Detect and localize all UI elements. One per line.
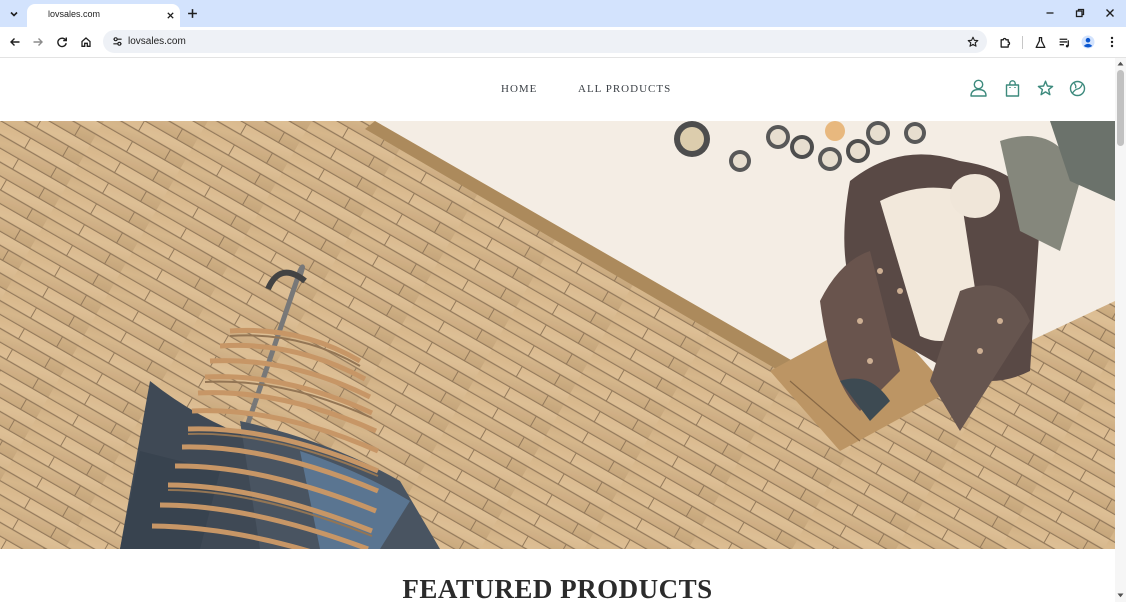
nav-home-link[interactable]: HOME [501,83,537,95]
plus-icon [188,9,197,18]
tab-strip: lovsales.com [0,0,1126,27]
reload-button[interactable] [53,33,71,51]
puzzle-star-icon [1037,80,1053,95]
back-button[interactable] [6,33,24,51]
hero-photo [0,121,1115,549]
forward-button[interactable] [29,33,47,51]
media-queue-icon [1059,38,1069,47]
browser-menu-button[interactable] [1103,33,1121,51]
home-button[interactable] [77,33,95,51]
site-info-button[interactable] [110,34,125,49]
scrollbar-thumb[interactable] [1117,70,1124,146]
cart-button[interactable] [1003,79,1021,97]
tab-title: lovsales.com [48,9,101,19]
media-button[interactable] [1055,33,1073,51]
triangle-up-icon [1117,61,1124,66]
language-button[interactable] [1068,79,1086,97]
profile-button[interactable] [1079,33,1097,51]
star-icon [967,36,978,47]
hero-image [0,121,1115,549]
page-scrollbar[interactable] [1115,58,1126,602]
tune-icon [113,37,122,46]
restore-icon [1075,8,1085,18]
tab-list-button[interactable] [5,5,22,22]
shopping-bag-icon [1005,79,1019,97]
arrow-right-icon [33,38,43,46]
tab-close-button[interactable] [163,8,177,22]
user-icon [969,79,987,97]
active-tab[interactable]: lovsales.com [27,4,180,27]
bookmark-button[interactable] [965,34,980,49]
featured-products-heading: FEATURED PRODUCTS [402,574,713,602]
close-icon [1106,9,1114,17]
toolbar-separator [1022,36,1023,49]
url-text: lovsales.com [128,36,186,47]
addon-button[interactable] [1036,79,1054,97]
home-icon [81,37,91,47]
globe-icon [1069,80,1085,96]
close-icon [166,11,174,19]
kebab-menu-icon [1110,36,1114,48]
address-bar[interactable]: lovsales.com [103,30,987,53]
account-button[interactable] [969,79,987,97]
puzzle-icon [1000,37,1010,48]
scroll-up-button[interactable] [1117,60,1124,67]
reload-icon [57,37,67,48]
arrow-left-icon [10,38,20,46]
minimize-button[interactable] [1042,5,1058,21]
account-circle-icon [1081,35,1095,49]
restore-button[interactable] [1072,5,1088,21]
nav-all-products-link[interactable]: ALL PRODUCTS [578,83,671,95]
flask-icon [1035,36,1045,48]
new-tab-button[interactable] [185,6,200,21]
browser-toolbar: lovsales.com [0,27,1126,58]
extensions-button[interactable] [996,33,1014,51]
web-page: HOME ALL PRODUCTS FEATURED PRODUCTS [0,58,1115,602]
close-window-button[interactable] [1102,5,1118,21]
labs-button[interactable] [1031,33,1049,51]
scroll-down-button[interactable] [1117,592,1124,599]
triangle-down-icon [1117,593,1124,598]
chevron-down-icon [9,11,18,17]
minimize-icon [1046,12,1054,14]
